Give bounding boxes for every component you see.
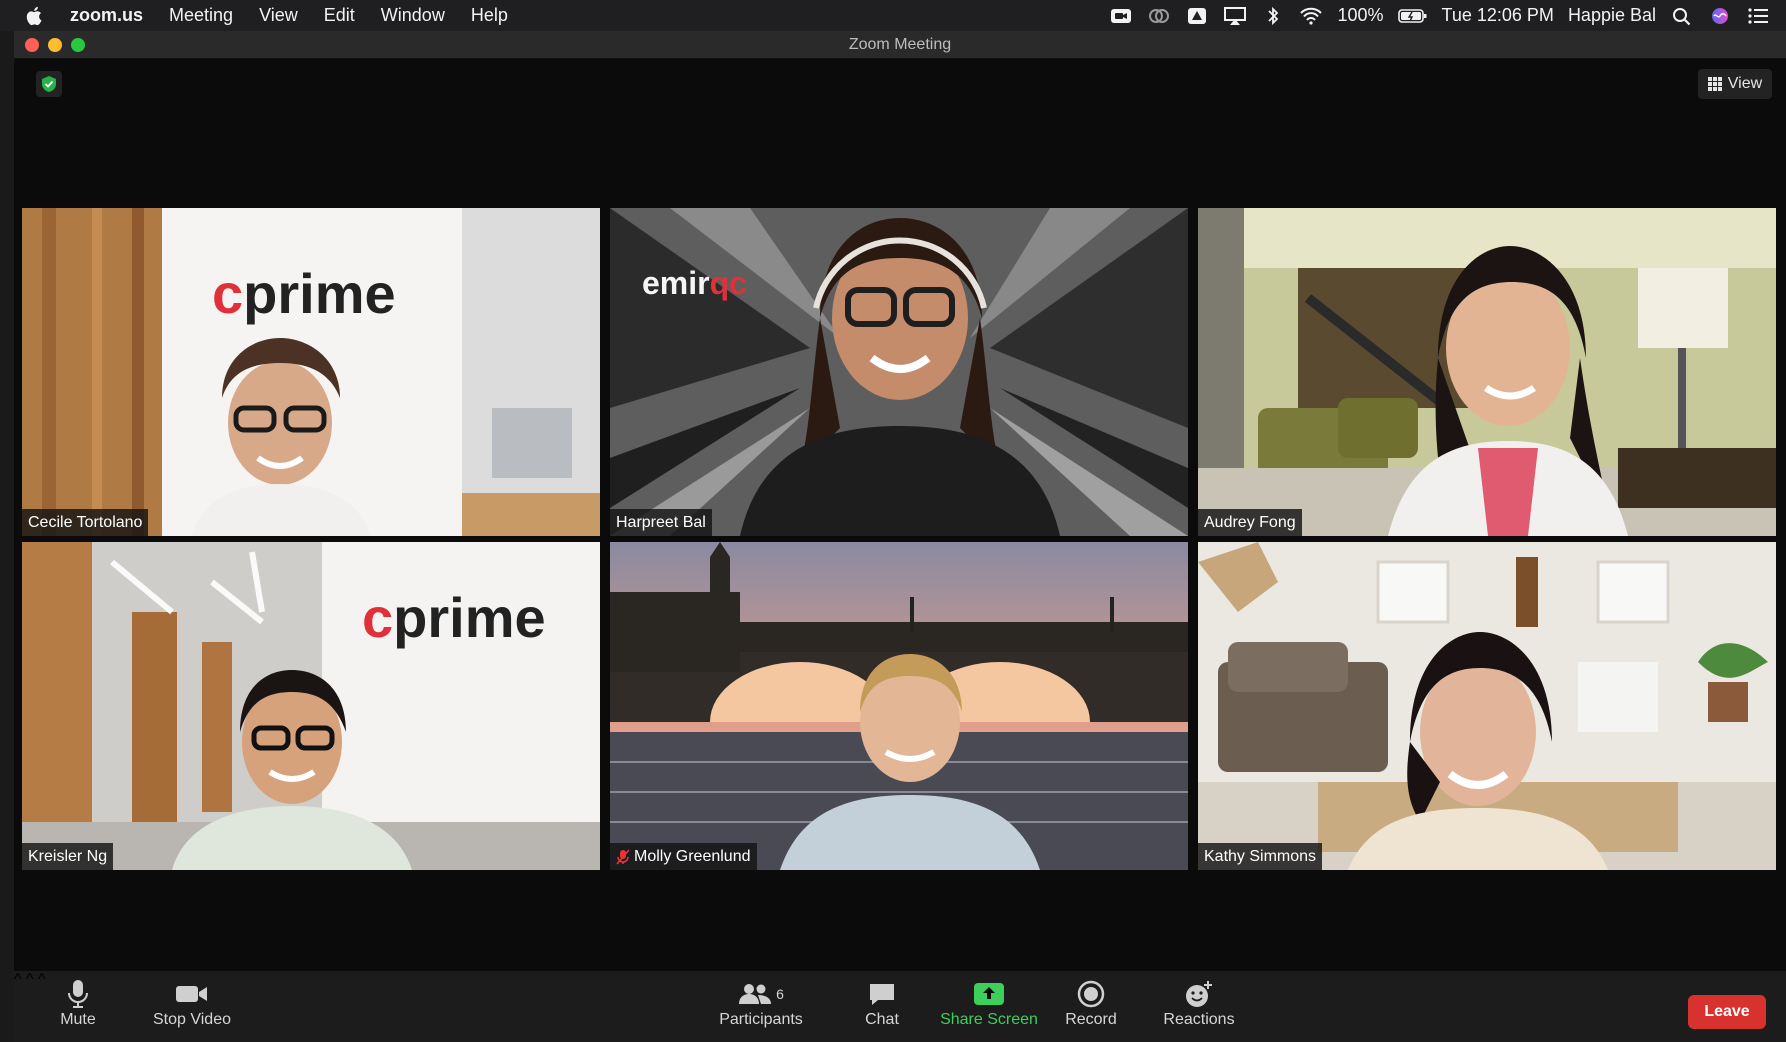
wifi-icon[interactable] bbox=[1299, 6, 1323, 26]
participant-name: Cecile Tortolano bbox=[28, 514, 143, 531]
menu-app-name[interactable]: zoom.us bbox=[70, 5, 143, 26]
encryption-shield-icon[interactable] bbox=[36, 71, 62, 97]
menu-meeting[interactable]: Meeting bbox=[169, 5, 233, 26]
participant-video bbox=[1198, 208, 1776, 536]
creative-cloud-icon[interactable] bbox=[1147, 6, 1171, 26]
participant-name-label: Harpreet Bal bbox=[610, 509, 712, 536]
stop-video-label: Stop Video bbox=[153, 1011, 231, 1028]
record-button[interactable]: Record bbox=[1056, 977, 1126, 1037]
microphone-icon bbox=[68, 980, 88, 1008]
participant-name: Harpreet Bal bbox=[616, 514, 706, 531]
svg-text:cprime: cprime bbox=[362, 586, 546, 649]
video-tile-kathy-simmons[interactable]: Kathy Simmons bbox=[1198, 542, 1776, 870]
battery-percent: 100% bbox=[1337, 5, 1384, 25]
muted-mic-icon bbox=[616, 849, 630, 865]
video-tile-kreisler-ng[interactable]: cprime Kreisler Ng bbox=[22, 542, 600, 870]
airplay-icon[interactable] bbox=[1223, 6, 1247, 26]
video-options-chevron-up-icon[interactable]: ^ bbox=[26, 971, 34, 988]
reactions-button[interactable]: Reactions bbox=[1154, 977, 1244, 1037]
window-titlebar[interactable]: Zoom Meeting bbox=[14, 31, 1786, 59]
zoom-meeting-window: Zoom Meeting View cprime Cecile Tortolan… bbox=[14, 31, 1786, 1042]
participant-video bbox=[1198, 542, 1776, 870]
leave-button[interactable]: Leave bbox=[1688, 995, 1766, 1029]
bluetooth-icon[interactable] bbox=[1261, 6, 1285, 26]
share-screen-label: Share Screen bbox=[940, 1011, 1038, 1028]
mute-button[interactable]: Mute bbox=[48, 977, 108, 1037]
smiley-plus-icon bbox=[1186, 981, 1212, 1007]
chat-label: Chat bbox=[865, 1011, 899, 1028]
menu-user[interactable]: Happie Bal bbox=[1568, 5, 1656, 26]
reactions-label: Reactions bbox=[1163, 1011, 1235, 1028]
participant-name-label: Molly Greenlund bbox=[610, 843, 757, 870]
video-tile-molly-greenlund[interactable]: Molly Greenlund bbox=[610, 542, 1188, 870]
share-screen-button[interactable]: Share Screen bbox=[934, 977, 1044, 1037]
participant-name-label: Audrey Fong bbox=[1198, 509, 1302, 536]
participant-video: cprime bbox=[22, 208, 600, 536]
participant-name: Audrey Fong bbox=[1204, 514, 1296, 531]
participant-video: cprime bbox=[22, 542, 600, 870]
menu-help[interactable]: Help bbox=[471, 5, 508, 26]
menu-view[interactable]: View bbox=[259, 5, 298, 26]
menu-edit[interactable]: Edit bbox=[324, 5, 355, 26]
audio-options-chevron-up-icon[interactable]: ^ bbox=[14, 971, 22, 988]
menu-window[interactable]: Window bbox=[381, 5, 445, 26]
participant-name: Kreisler Ng bbox=[28, 848, 108, 865]
menu-bar: zoom.us Meeting View Edit Window Help 10… bbox=[0, 0, 1786, 31]
participants-icon bbox=[739, 984, 772, 1004]
record-icon bbox=[1077, 980, 1105, 1008]
view-button[interactable]: View bbox=[1698, 69, 1772, 99]
participants-count: 6 bbox=[776, 986, 784, 1002]
svg-text:cprime: cprime bbox=[212, 262, 396, 325]
participants-options-chevron-up-icon[interactable]: ^ bbox=[38, 971, 46, 988]
video-tile-cecile-tortolano[interactable]: cprime Cecile Tortolano bbox=[22, 208, 600, 536]
meeting-toolbar: Mute ^ Stop Video ^ 6 Participants ^ Cha… bbox=[14, 971, 1786, 1042]
spotlight-search-icon[interactable] bbox=[1670, 6, 1694, 26]
drive-icon[interactable] bbox=[1185, 6, 1209, 26]
participants-button[interactable]: 6 Participants bbox=[708, 977, 814, 1037]
share-screen-icon bbox=[974, 983, 1004, 1005]
participant-video bbox=[610, 542, 1188, 870]
view-button-label: View bbox=[1727, 75, 1763, 92]
menu-clock[interactable]: Tue 12:06 PM bbox=[1442, 5, 1554, 26]
participants-label: Participants bbox=[719, 1011, 803, 1028]
apple-icon[interactable] bbox=[24, 5, 46, 27]
participant-name-label: Kreisler Ng bbox=[22, 843, 114, 870]
video-camera-icon bbox=[176, 986, 207, 1002]
record-label: Record bbox=[1065, 1011, 1117, 1028]
participant-name-label: Kathy Simmons bbox=[1198, 843, 1323, 870]
video-tile-audrey-fong[interactable]: Audrey Fong bbox=[1198, 208, 1776, 536]
participant-video: emirqc bbox=[610, 208, 1188, 536]
svg-text:emirqc: emirqc bbox=[642, 265, 747, 301]
participant-name: Molly Greenlund bbox=[634, 848, 751, 865]
chat-button[interactable]: Chat bbox=[852, 977, 912, 1037]
participant-name-label: Cecile Tortolano bbox=[22, 509, 149, 536]
mute-label: Mute bbox=[60, 1011, 96, 1028]
window-title: Zoom Meeting bbox=[848, 36, 952, 53]
zoom-status-icon[interactable] bbox=[1109, 6, 1133, 26]
chat-bubble-icon bbox=[870, 984, 894, 1005]
siri-icon[interactable] bbox=[1708, 6, 1732, 26]
battery-icon[interactable] bbox=[1397, 6, 1428, 26]
grid-icon bbox=[1707, 77, 1722, 91]
video-tile-harpreet-bal[interactable]: emirqc Harpreet Bal bbox=[610, 208, 1188, 536]
control-center-icon[interactable] bbox=[1746, 6, 1770, 26]
participant-name: Kathy Simmons bbox=[1204, 848, 1317, 865]
stop-video-button[interactable]: Stop Video bbox=[142, 977, 242, 1037]
